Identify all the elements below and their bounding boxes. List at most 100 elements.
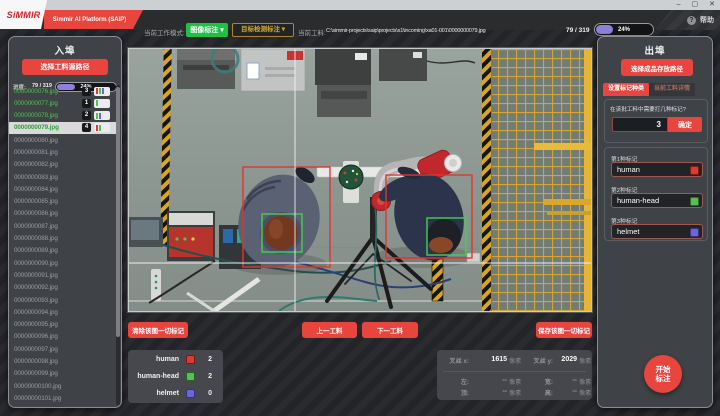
- tab-set-mark-types[interactable]: 设置标记种类: [603, 83, 649, 96]
- file-row[interactable]: 00000000101.jpg: [9, 392, 117, 404]
- mark-color-swatch[interactable]: [690, 166, 699, 175]
- file-row[interactable]: 0000000096.jpg: [9, 331, 117, 343]
- box-height-label: 高:: [523, 388, 553, 397]
- annotation-count-badge: 3: [82, 87, 91, 96]
- divider: [443, 371, 586, 372]
- file-row[interactable]: 0000000086.jpg: [9, 208, 117, 220]
- crosshair-x-value: 1615: [469, 356, 507, 365]
- safety-fence: [487, 49, 591, 311]
- file-name: 0000000094.jpg: [14, 309, 58, 316]
- close-icon[interactable]: ✕: [709, 0, 715, 10]
- mark-color-swatch[interactable]: [690, 197, 699, 206]
- file-row[interactable]: 0000000091.jpg: [9, 269, 117, 281]
- box-left-value: --: [469, 377, 507, 386]
- file-row[interactable]: 0000000085.jpg: [9, 196, 117, 208]
- file-row[interactable]: 0000000080.jpg: [9, 134, 117, 146]
- file-row[interactable]: 0000000098.jpg: [9, 356, 117, 368]
- file-name: 0000000085.jpg: [14, 198, 58, 205]
- file-row[interactable]: 0000000092.jpg: [9, 282, 117, 294]
- file-row[interactable]: 0000000089.jpg: [9, 245, 117, 257]
- minimize-icon[interactable]: –: [677, 0, 681, 10]
- file-row[interactable]: 0000000099.jpg: [9, 368, 117, 380]
- select-output-path-button[interactable]: 选择成品存放路径: [621, 59, 693, 76]
- file-name: 0000000088.jpg: [14, 235, 58, 242]
- file-row[interactable]: 0000000088.jpg: [9, 233, 117, 245]
- file-row[interactable]: 0000000093.jpg: [9, 294, 117, 306]
- file-row[interactable]: 0000000081.jpg: [9, 146, 117, 158]
- unit-label: 像素: [507, 388, 523, 397]
- annotation-count-badge: 2: [82, 111, 91, 120]
- file-name: 0000000097.jpg: [14, 346, 58, 353]
- help-icon[interactable]: ?: [687, 16, 696, 25]
- file-name: 00000000100.jpg: [14, 383, 61, 390]
- mode-image-button[interactable]: 图像标注 ▾: [186, 23, 228, 37]
- file-name: 0000000081.jpg: [14, 149, 58, 156]
- confirm-button[interactable]: 确定: [668, 117, 702, 132]
- scrollbar-thumb[interactable]: [116, 87, 120, 337]
- start-annotation-button[interactable]: 开始 标注: [644, 355, 682, 393]
- file-list-scrollbar[interactable]: [116, 85, 120, 405]
- label-count-input[interactable]: 3: [612, 117, 668, 132]
- previous-item-button[interactable]: 上一工料: [302, 322, 357, 338]
- file-row[interactable]: 0000000094.jpg: [9, 306, 117, 318]
- file-name: 0000000076.jpg: [14, 88, 58, 95]
- file-name: 0000000093.jpg: [14, 297, 58, 304]
- label-count-panel: 在该批工料中需要打几种标记? 3 确定: [604, 99, 708, 143]
- mode-detect-button[interactable]: 目标检测标注 ▾: [232, 23, 294, 37]
- file-name: 00000000101.jpg: [14, 395, 61, 402]
- workpiece-image: [129, 49, 591, 311]
- select-source-path-button[interactable]: 选择工料源路径: [22, 59, 108, 75]
- hazard-bracket: [432, 259, 443, 301]
- file-row[interactable]: 0000000077.jpg1: [9, 97, 117, 109]
- file-name: 0000000096.jpg: [14, 333, 58, 340]
- file-row[interactable]: 0000000084.jpg: [9, 183, 117, 195]
- help-label[interactable]: 帮助: [700, 15, 714, 25]
- file-row[interactable]: 0000000087.jpg: [9, 220, 117, 232]
- file-name: 0000000080.jpg: [14, 137, 58, 144]
- crosshair-x-label: 叉丝 x:: [437, 356, 469, 365]
- tab-current-item-details[interactable]: 当前工料详情: [649, 83, 695, 96]
- clear-annotations-button[interactable]: 清除该图一切标记: [128, 322, 188, 338]
- file-row[interactable]: 0000000079.jpg4: [9, 122, 117, 134]
- unit-label: 像素: [577, 388, 591, 397]
- save-annotations-button[interactable]: 保存该图一切标记: [536, 322, 592, 338]
- file-name: 0000000098.jpg: [14, 358, 58, 365]
- file-row[interactable]: 00000000100.jpg: [9, 380, 117, 392]
- mark-name-input[interactable]: human: [611, 162, 703, 177]
- legend-count: 0: [208, 390, 212, 397]
- file-name: 0000000090.jpg: [14, 260, 58, 267]
- label-count-question: 在该批工料中需要打几种标记?: [610, 105, 686, 113]
- logo: SiMMIR: [0, 0, 47, 29]
- mark-name-input[interactable]: helmet: [611, 224, 703, 239]
- file-row[interactable]: 0000000090.jpg: [9, 257, 117, 269]
- mark-color-swatch[interactable]: [690, 228, 699, 237]
- outbound-title: 出埠: [598, 43, 712, 57]
- file-list: 0000000076.jpg 30000000077.jpg10000000078…: [9, 85, 117, 407]
- file-name: 0000000082.jpg: [14, 161, 58, 168]
- legend-row: helmet 0: [128, 386, 223, 402]
- unit-label: 像素: [507, 356, 523, 365]
- file-row[interactable]: 0000000097.jpg: [9, 343, 117, 355]
- file-name: 0000000095.jpg: [14, 321, 58, 328]
- file-row[interactable]: 0000000082.jpg: [9, 159, 117, 171]
- file-name: 0000000089.jpg: [14, 247, 58, 254]
- next-item-button[interactable]: 下一工料: [362, 322, 418, 338]
- file-row[interactable]: 0000000076.jpg 3: [9, 85, 117, 97]
- start-label: 开始: [656, 365, 671, 374]
- annotation-count-badge: 1: [82, 99, 91, 108]
- box-width-label: 宽:: [523, 377, 553, 386]
- mark-name-input[interactable]: human-head: [611, 193, 703, 208]
- maximize-icon[interactable]: ▢: [692, 0, 699, 10]
- legend-label: helmet: [156, 390, 179, 397]
- legend-count: 2: [208, 356, 212, 363]
- crosshair-y-label: 叉丝 y:: [523, 356, 553, 365]
- legend-row: human2: [128, 352, 223, 368]
- file-row[interactable]: 0000000083.jpg: [9, 171, 117, 183]
- image-viewer[interactable]: [128, 48, 592, 312]
- file-row[interactable]: 0000000095.jpg: [9, 319, 117, 331]
- file-row[interactable]: 0000000078.jpg2: [9, 110, 117, 122]
- unit-label: 像素: [577, 356, 591, 365]
- crosshair-y-value: 2029: [553, 356, 577, 365]
- unit-label: 像素: [577, 377, 591, 386]
- toolbar-progress-bar: 24%: [594, 23, 654, 36]
